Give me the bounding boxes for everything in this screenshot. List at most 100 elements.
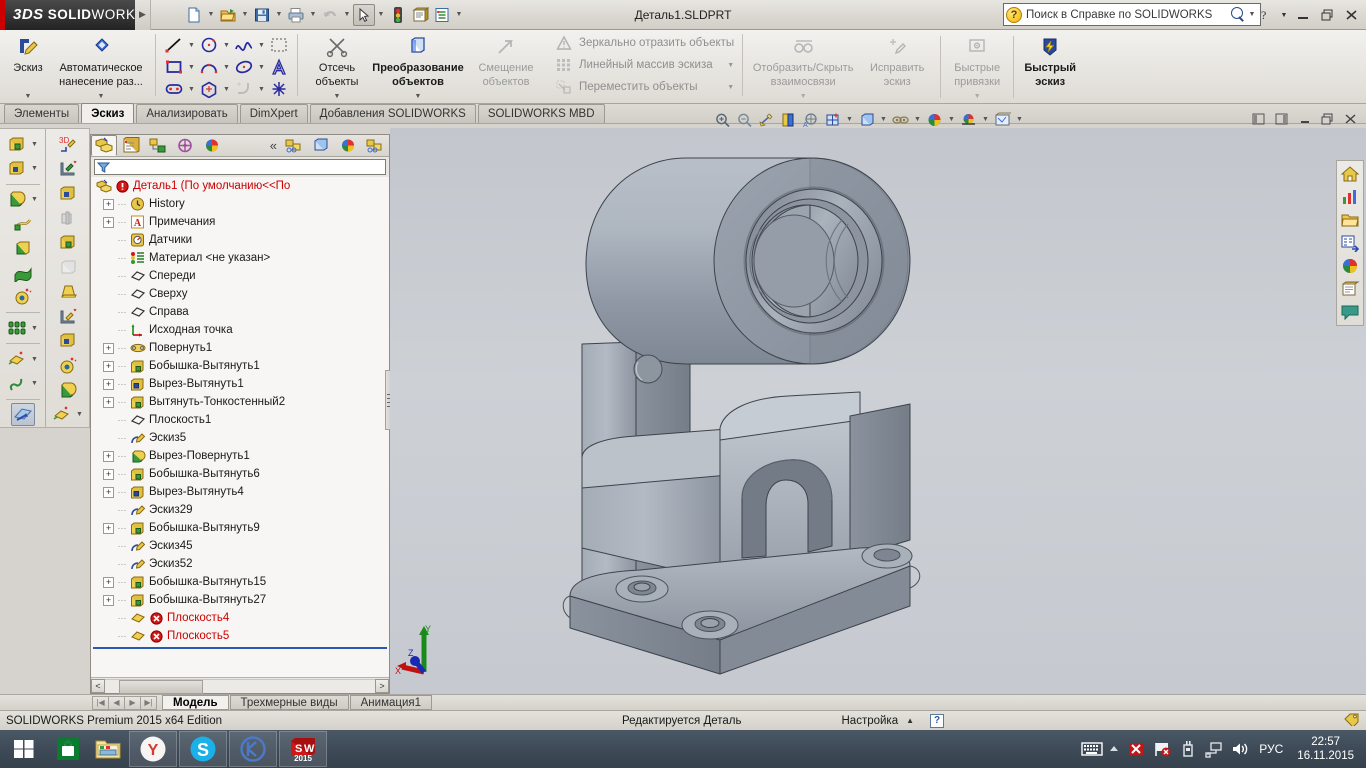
view-settings-cube-icon[interactable] bbox=[822, 110, 843, 129]
sketch-on-plane2-icon[interactable] bbox=[56, 305, 80, 328]
hole-wizard-icon[interactable] bbox=[11, 285, 35, 308]
expand-node-icon[interactable]: + bbox=[103, 397, 114, 408]
feature-tree-item[interactable]: ⋯Плоскость4 bbox=[91, 609, 389, 627]
appearances-icon[interactable] bbox=[1338, 255, 1362, 277]
tab-dobavleniya-solidworks[interactable]: Добавления SOLIDWORKS bbox=[310, 104, 476, 123]
tab-eskiz[interactable]: Эскиз bbox=[81, 103, 134, 123]
reference-geometry2-icon[interactable] bbox=[50, 403, 74, 426]
rib-icon[interactable] bbox=[56, 207, 80, 230]
trim-dropdown-caret-icon[interactable]: ▼ bbox=[334, 93, 341, 101]
extruded-cut-icon[interactable] bbox=[56, 182, 80, 205]
move-entities-row[interactable]: Переместить объекты ▼ bbox=[551, 76, 737, 98]
curves-icon[interactable] bbox=[5, 372, 29, 395]
display-style-caret-icon[interactable]: ▼ bbox=[878, 110, 889, 129]
feature-tree-horizontal-scrollbar[interactable]: < > bbox=[91, 677, 389, 693]
auto-dimension-button[interactable]: Автоматическое нанесение раз... ▼ bbox=[53, 32, 149, 102]
status-caret-icon[interactable]: ▲ bbox=[898, 716, 922, 725]
view-settings-caret-icon[interactable]: ▼ bbox=[844, 110, 855, 129]
expand-node-icon[interactable]: + bbox=[103, 469, 114, 480]
expand-node-icon[interactable]: + bbox=[103, 487, 114, 498]
feature-tree-item[interactable]: ⋯Спереди bbox=[91, 267, 389, 285]
volume-icon[interactable] bbox=[1229, 738, 1251, 760]
new-document-icon[interactable] bbox=[183, 4, 205, 26]
revolve2-icon[interactable] bbox=[56, 379, 80, 402]
ellipse-caret-icon[interactable]: ▼ bbox=[256, 56, 267, 78]
move-entities-caret-icon[interactable]: ▼ bbox=[713, 84, 734, 91]
search-icon[interactable] bbox=[1230, 7, 1246, 23]
apply-scene-caret-icon[interactable]: ▼ bbox=[980, 110, 991, 129]
zoom-to-area-icon[interactable] bbox=[734, 110, 755, 129]
instant3d-icon[interactable] bbox=[11, 403, 35, 426]
language-indicator[interactable]: РУС bbox=[1255, 742, 1287, 756]
undo-icon[interactable] bbox=[319, 4, 341, 26]
kaspersky-icon[interactable] bbox=[1125, 738, 1147, 760]
quick-snaps-caret-icon[interactable]: ▼ bbox=[974, 93, 981, 101]
tab-dimxpert[interactable]: DimXpert bbox=[240, 104, 308, 123]
feature-tree-item[interactable]: +⋯AПримечания bbox=[91, 213, 389, 231]
feature-tree-item[interactable]: +⋯Вырез-Вытянуть1 bbox=[91, 375, 389, 393]
menu-expand-arrow-icon[interactable]: ▶ bbox=[135, 0, 151, 30]
tab-solidworks-mbd[interactable]: SOLIDWORKS MBD bbox=[478, 104, 605, 123]
print-document-icon[interactable] bbox=[285, 4, 307, 26]
scroll-right-button[interactable]: > bbox=[375, 679, 389, 693]
select-caret-icon[interactable]: ▼ bbox=[375, 4, 387, 26]
scroll-track[interactable] bbox=[105, 679, 375, 693]
feature-tree-item[interactable]: ⋯Исходная точка bbox=[91, 321, 389, 339]
show-hidden-icons-icon[interactable] bbox=[1107, 738, 1121, 760]
open-document-caret-icon[interactable]: ▼ bbox=[239, 4, 251, 26]
extruded-cut-caret-icon[interactable]: ▼ bbox=[29, 157, 41, 180]
linear-pattern-caret-icon[interactable]: ▼ bbox=[29, 317, 41, 340]
rollback-bar[interactable] bbox=[93, 647, 387, 649]
next-tab-button[interactable]: ▶ bbox=[124, 696, 141, 710]
hide-show-items-icon[interactable] bbox=[890, 110, 911, 129]
tab-animation1[interactable]: Анимация1 bbox=[350, 695, 432, 710]
previous-view-icon[interactable] bbox=[756, 110, 777, 129]
spline-icon[interactable] bbox=[232, 34, 256, 56]
arc-3point-icon[interactable] bbox=[197, 56, 221, 78]
expand-node-icon[interactable]: + bbox=[103, 361, 114, 372]
rectangle-caret-icon[interactable]: ▼ bbox=[186, 56, 197, 78]
expand-node-icon[interactable]: + bbox=[103, 199, 114, 210]
feature-tree-item[interactable]: ⋯Эскиз45 bbox=[91, 537, 389, 555]
keyboard-icon[interactable] bbox=[1081, 738, 1103, 760]
repair-sketch-button[interactable]: Исправить эскиз bbox=[857, 32, 937, 102]
hide-show-tree-items-icon[interactable] bbox=[281, 135, 307, 156]
feature-tree-item[interactable]: +⋯Бобышка-Вытянуть6 bbox=[91, 465, 389, 483]
clock[interactable]: 22:57 16.11.2015 bbox=[1291, 735, 1360, 763]
feature-tree-item[interactable]: ⋯Датчики bbox=[91, 231, 389, 249]
ellipse-icon[interactable] bbox=[232, 56, 256, 78]
display-pane-icon[interactable] bbox=[308, 135, 334, 156]
rebuild-icon[interactable] bbox=[387, 4, 409, 26]
help-search-box[interactable]: ? Поиск в Справке по SOLIDWORKS ▼ bbox=[1003, 3, 1261, 26]
undo-caret-icon[interactable]: ▼ bbox=[341, 4, 353, 26]
revolved-boss-base-icon[interactable] bbox=[5, 188, 29, 211]
new-document-caret-icon[interactable]: ▼ bbox=[205, 4, 217, 26]
apply-scene-icon[interactable] bbox=[958, 110, 979, 129]
extrude-cut2-icon[interactable] bbox=[56, 329, 80, 352]
save-document-icon[interactable] bbox=[251, 4, 273, 26]
point-icon[interactable] bbox=[267, 78, 291, 100]
reference-geometry-caret-icon[interactable]: ▼ bbox=[29, 348, 41, 371]
status-help-icon[interactable]: ? bbox=[930, 714, 944, 728]
extruded-boss-caret-icon[interactable]: ▼ bbox=[29, 133, 41, 156]
feature-tree[interactable]: Деталь1 (По умолчанию<<По+⋯History+⋯AПри… bbox=[91, 177, 389, 677]
options-caret-icon[interactable]: ▼ bbox=[453, 4, 465, 26]
comments-icon[interactable] bbox=[1338, 301, 1362, 323]
mirror-entities-row[interactable]: Зеркально отразить объекты bbox=[551, 32, 737, 54]
usb-icon[interactable] bbox=[1177, 738, 1199, 760]
feature-tree-item[interactable]: +⋯History bbox=[91, 195, 389, 213]
viewport-caret-icon[interactable]: ▼ bbox=[1014, 110, 1025, 129]
notes-icon[interactable] bbox=[1338, 278, 1362, 300]
scroll-thumb[interactable] bbox=[119, 680, 203, 694]
expand-node-icon[interactable]: + bbox=[103, 217, 114, 228]
expand-node-icon[interactable]: + bbox=[103, 379, 114, 390]
minimize-window-icon[interactable] bbox=[1292, 4, 1314, 26]
feature-tree-item[interactable]: ⋯Эскиз5 bbox=[91, 429, 389, 447]
feature-tree-item[interactable]: +⋯Повернуть1 bbox=[91, 339, 389, 357]
feature-tree-item[interactable]: +⋯Вырез-Вытянуть4 bbox=[91, 483, 389, 501]
feature-tree-item[interactable]: ⋯Плоскость1 bbox=[91, 411, 389, 429]
customize-icon[interactable] bbox=[1338, 232, 1362, 254]
open-folder-icon[interactable] bbox=[1338, 209, 1362, 231]
display-delete-relations-button[interactable]: Отобразить/Скрыть взаимосвязи ▼ bbox=[749, 32, 857, 102]
feature-manager-tab[interactable] bbox=[91, 135, 117, 156]
